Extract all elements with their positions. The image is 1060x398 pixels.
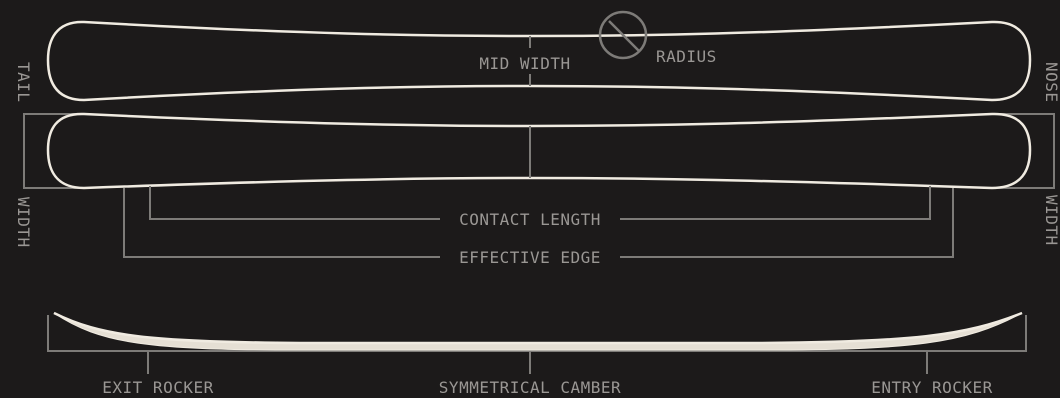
symmetrical-camber-label: SYMMETRICAL CAMBER	[439, 378, 621, 397]
side-profile-view	[47, 311, 1027, 374]
ski-geometry-diagram: MID WIDTH RADIUS TAIL WIDTH NOSE WIDTH C…	[14, 10, 1060, 397]
radius-label: RADIUS	[656, 47, 717, 66]
middle-ski-view: CONTACT LENGTH EFFECTIVE EDGE	[23, 112, 1055, 267]
nose-label: NOSE	[1042, 62, 1060, 103]
mid-width-label: MID WIDTH	[479, 54, 570, 73]
contact-length-label: CONTACT LENGTH	[459, 210, 601, 229]
ski-profile-topline	[53, 311, 1023, 345]
effective-edge-bracket-left	[123, 188, 440, 258]
top-ski-view: MID WIDTH RADIUS	[46, 10, 1032, 102]
middle-ski-outline	[46, 112, 1032, 190]
contact-length-bracket-left	[149, 186, 440, 220]
exit-rocker-label: EXIT ROCKER	[102, 378, 213, 397]
contact-length-bracket-right	[620, 186, 931, 220]
tail-label: TAIL	[14, 62, 33, 103]
entry-rocker-label: ENTRY ROCKER	[871, 378, 993, 397]
effective-edge-label: EFFECTIVE EDGE	[459, 248, 601, 267]
ski-profile-base	[53, 312, 1023, 351]
effective-edge-bracket-right	[620, 188, 954, 258]
tail-width-label: WIDTH	[14, 197, 33, 248]
nose-width-label: WIDTH	[1042, 195, 1060, 246]
